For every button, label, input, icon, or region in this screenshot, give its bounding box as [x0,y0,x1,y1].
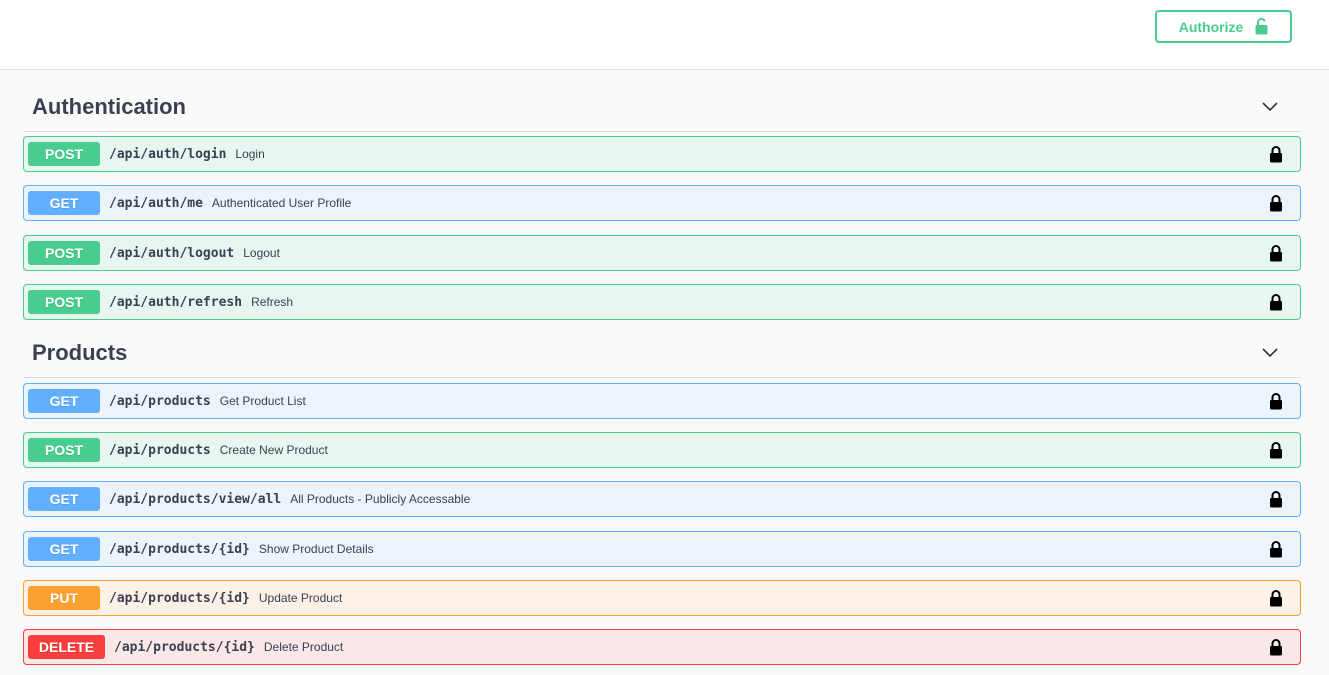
operation-row[interactable]: GET /api/products/view/all All Products … [23,481,1301,517]
operation-path: /api/products [109,393,211,409]
operation-row[interactable]: GET /api/products/{id} Show Product Deta… [23,531,1301,567]
operation-row[interactable]: PUT /api/products/{id} Update Product [23,580,1301,616]
chevron-down-icon[interactable] [1261,344,1279,362]
method-badge: POST [28,438,100,462]
operation-path: /api/products [109,442,211,458]
method-badge: GET [28,537,100,561]
lock-icon[interactable] [1269,541,1283,558]
operation-summary: All Products - Publicly Accessable [290,492,471,506]
section-title: Authentication [32,94,186,119]
unlocked-lock-icon [1255,18,1268,35]
lock-icon[interactable] [1269,590,1283,607]
operation-row[interactable]: GET /api/products Get Product List [23,383,1301,419]
operation-row[interactable]: POST /api/auth/login Login [23,136,1301,172]
method-badge: GET [28,191,100,215]
operation-summary: Show Product Details [258,542,374,556]
operation-path: /api/products/{id} [109,541,250,557]
operation-path: /api/auth/me [109,195,203,211]
top-bar: Authorize [0,0,1329,70]
method-badge: POST [28,241,100,265]
authorize-button[interactable]: Authorize [1155,10,1292,43]
operation-path: /api/products/view/all [109,491,282,507]
section-title: Products [32,340,128,365]
lock-icon[interactable] [1269,245,1283,262]
operation-summary: Refresh [251,295,294,309]
operation-summary: Update Product [258,591,343,605]
method-badge: POST [28,290,100,314]
operation-path: /api/auth/logout [109,245,235,261]
lock-icon[interactable] [1269,393,1283,410]
operation-row[interactable]: POST /api/products Create New Product [23,432,1301,468]
lock-icon[interactable] [1269,491,1283,508]
operation-summary: Authenticated User Profile [211,196,352,210]
chevron-down-icon[interactable] [1261,98,1279,116]
operation-row[interactable]: DELETE /api/products/{id} Delete Product [23,629,1301,665]
operation-summary: Get Product List [219,394,306,408]
operation-path: /api/auth/refresh [109,294,243,310]
section-header-authentication[interactable]: Authentication [23,90,1301,132]
authorize-label: Authorize [1178,18,1244,35]
lock-icon[interactable] [1269,442,1283,459]
operation-row[interactable]: POST /api/auth/logout Logout [23,235,1301,271]
operation-path: /api/products/{id} [109,590,250,606]
operation-summary: Delete Product [263,640,344,654]
method-badge: POST [28,142,100,166]
operation-path: /api/auth/login [109,146,227,162]
operations-list: Authentication POST /api/auth/login Logi… [0,70,1329,675]
method-badge: DELETE [28,635,105,659]
section-header-products[interactable]: Products [23,336,1301,378]
operation-summary: Logout [243,246,280,260]
operation-summary: Create New Product [219,443,328,457]
lock-icon[interactable] [1269,195,1283,212]
lock-icon[interactable] [1269,639,1283,656]
method-badge: PUT [28,586,100,610]
method-badge: GET [28,487,100,511]
operation-summary: Login [235,147,265,161]
operation-row[interactable]: POST /api/auth/refresh Refresh [23,284,1301,320]
operation-row[interactable]: GET /api/auth/me Authenticated User Prof… [23,185,1301,221]
lock-icon[interactable] [1269,294,1283,311]
method-badge: GET [28,389,100,413]
operation-path: /api/products/{id} [114,639,255,655]
lock-icon[interactable] [1269,146,1283,163]
